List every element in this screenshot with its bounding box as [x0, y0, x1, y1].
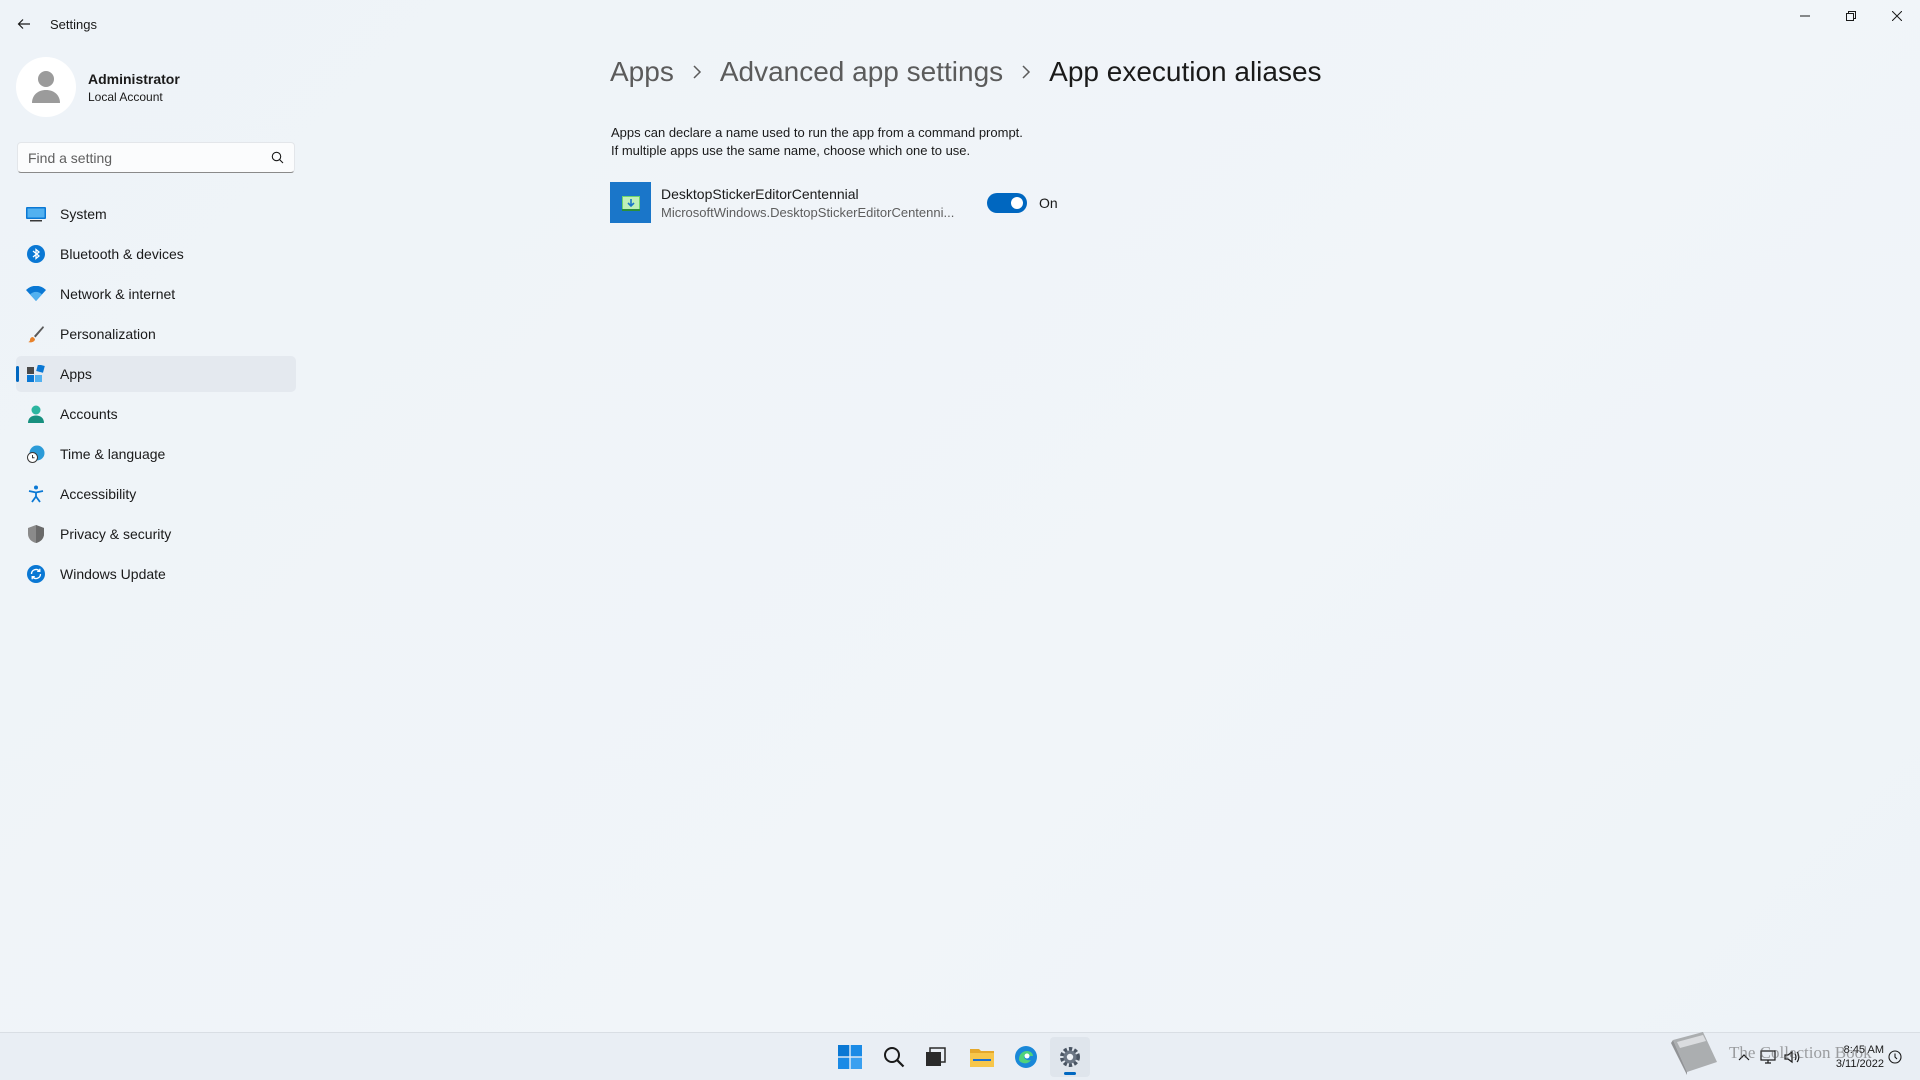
- page-title: App execution aliases: [1049, 56, 1322, 87]
- settings-window: Settings Administrator Local Account Fin…: [0, 0, 1920, 1032]
- taskbar-task-view-button[interactable]: [916, 1037, 956, 1077]
- toggle-knob: [1011, 196, 1023, 209]
- chevron-right-icon: [1021, 65, 1031, 79]
- accessibility-icon: [26, 484, 46, 504]
- watermark: The Collection Book: [1669, 1030, 1872, 1076]
- taskbar-file-explorer-button[interactable]: [962, 1037, 1002, 1077]
- search-input[interactable]: [18, 149, 258, 166]
- shield-icon: [26, 524, 46, 544]
- sidebar-item-bluetooth[interactable]: Bluetooth & devices: [16, 236, 296, 272]
- taskbar-search-button[interactable]: [874, 1037, 914, 1077]
- close-icon: [1892, 11, 1902, 21]
- restore-button[interactable]: [1828, 0, 1874, 32]
- breadcrumb-apps[interactable]: Apps: [610, 56, 674, 88]
- sidebar-item-personalization[interactable]: Personalization: [16, 316, 296, 352]
- user-profile[interactable]: Administrator Local Account: [16, 57, 180, 117]
- search-box[interactable]: [17, 142, 295, 173]
- start-icon: [838, 1045, 862, 1069]
- description-line: Apps can declare a name used to run the …: [611, 125, 1023, 140]
- sidebar-item-label: Accounts: [60, 406, 118, 422]
- alias-toggle[interactable]: [987, 192, 1027, 213]
- book-icon: [1671, 1032, 1717, 1075]
- account-type: Local Account: [88, 89, 163, 104]
- sidebar-item-label: Privacy & security: [60, 526, 172, 542]
- sidebar-item-time-language[interactable]: Time & language: [16, 436, 296, 472]
- user-name: Administrator: [88, 70, 180, 87]
- sidebar-item-apps[interactable]: Apps: [16, 356, 296, 392]
- taskbar-edge-button[interactable]: [1006, 1037, 1046, 1077]
- page-description: Apps can declare a name used to run the …: [611, 124, 1023, 160]
- sidebar-item-label: Windows Update: [60, 566, 166, 582]
- update-icon: [26, 564, 46, 584]
- sidebar-item-label: Accessibility: [60, 486, 137, 502]
- back-arrow-icon: [17, 19, 30, 29]
- restore-icon: [1846, 11, 1856, 21]
- search-icon: [884, 1047, 905, 1068]
- alias-app-name: DesktopStickerEditorCentennial: [661, 185, 859, 202]
- sidebar-item-network[interactable]: Network & internet: [16, 276, 296, 312]
- search-icon[interactable]: [271, 151, 284, 164]
- globe-clock-icon: [26, 444, 46, 464]
- breadcrumb: Apps Advanced app settings App execution…: [610, 56, 1322, 88]
- alias-row: DesktopStickerEditorCentennial Microsoft…: [610, 182, 1058, 223]
- sidebar-item-privacy-security[interactable]: Privacy & security: [16, 516, 296, 552]
- chevron-right-icon: [692, 65, 702, 79]
- wifi-icon: [26, 284, 46, 304]
- sidebar-item-label: Network & internet: [60, 286, 176, 302]
- sidebar-item-label: Time & language: [60, 446, 166, 462]
- taskbar-start-button[interactable]: [830, 1037, 870, 1077]
- settings-icon: [1060, 1047, 1080, 1067]
- sidebar-item-system[interactable]: System: [16, 196, 296, 232]
- sidebar-nav: System Bluetooth & devices Network & int…: [16, 196, 296, 596]
- task-view-icon: [926, 1047, 946, 1066]
- sidebar-item-label: System: [60, 206, 107, 222]
- watermark-text: The Collection Book: [1729, 1043, 1872, 1062]
- taskbar-settings-button[interactable]: [1050, 1037, 1090, 1077]
- sidebar-item-label: Personalization: [60, 326, 156, 342]
- sidebar-item-label: Bluetooth & devices: [60, 246, 184, 262]
- avatar: [16, 57, 76, 117]
- breadcrumb-advanced-app-settings[interactable]: Advanced app settings: [720, 56, 1003, 88]
- close-button[interactable]: [1874, 0, 1920, 32]
- brush-icon: [26, 324, 46, 344]
- sidebar-item-windows-update[interactable]: Windows Update: [16, 556, 296, 592]
- toggle-state-label: On: [1039, 194, 1058, 211]
- minimize-button[interactable]: [1782, 0, 1828, 32]
- description-line: If multiple apps use the same name, choo…: [611, 143, 971, 158]
- alias-package-name: MicrosoftWindows.DesktopStickerEditorCen…: [661, 204, 955, 220]
- apps-icon: [26, 364, 46, 384]
- title-bar: Settings: [0, 0, 1920, 48]
- notification-icon[interactable]: [1888, 1050, 1902, 1064]
- person-avatar-icon: [32, 71, 60, 103]
- taskbar: 8:45 AM 3/11/2022: [0, 1032, 1920, 1080]
- monitor-icon: [26, 204, 46, 224]
- bluetooth-icon: [26, 244, 46, 264]
- sidebar-item-accounts[interactable]: Accounts: [16, 396, 296, 432]
- file-explorer-icon: [970, 1049, 994, 1067]
- active-app-indicator: [1064, 1072, 1076, 1075]
- edge-icon: [1015, 1046, 1037, 1068]
- sidebar-item-accessibility[interactable]: Accessibility: [16, 476, 296, 512]
- sidebar-item-label: Apps: [60, 366, 92, 382]
- person-icon: [26, 404, 46, 424]
- window-title: Settings: [50, 17, 97, 32]
- sticker-editor-app-icon: [610, 182, 651, 223]
- minimize-icon: [1800, 15, 1810, 17]
- back-button[interactable]: [10, 10, 38, 38]
